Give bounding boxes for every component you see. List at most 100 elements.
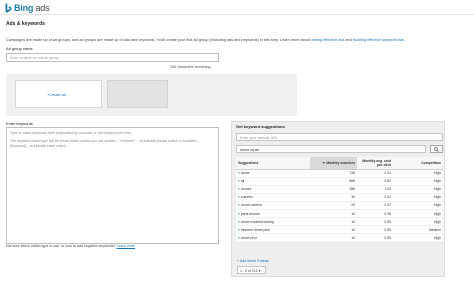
col-suggestions[interactable]: Suggestions — [236, 157, 310, 170]
search-button[interactable] — [430, 145, 443, 153]
cpc-cell: 0.50 — [357, 233, 393, 243]
monthly-searches-cell-text: 10 — [351, 219, 355, 224]
suggestion-keyword-text: parts drones — [240, 211, 260, 216]
monthly-searches-cell: 30 — [310, 193, 357, 202]
suggestions-title: Get keyword suggestions — [236, 124, 285, 129]
website-url-input[interactable]: Enter your website URL — [236, 133, 443, 141]
cpc-cell-text: 0.47 — [384, 203, 391, 208]
cpc-cell-text: 0.31 — [384, 171, 391, 176]
brand-name: Bing ads — [14, 2, 50, 13]
suggestion-keyword: «drone — [236, 169, 310, 178]
competition-cell: High — [393, 185, 443, 194]
suggestion-keyword-text: drones — [240, 187, 252, 192]
monthly-searches-cell-text: 20 — [351, 203, 355, 208]
competition-cell: High — [393, 177, 443, 186]
competition-cell-text: High — [434, 195, 441, 200]
add-keyword-icon[interactable]: « — [238, 228, 240, 232]
add-all-ideas-link[interactable]: + Add these 9 ideas — [237, 259, 269, 263]
suggestion-keyword-text: drone pilot — [240, 235, 257, 240]
writing-effective-ads-link[interactable]: writing effective ads — [311, 38, 344, 42]
suggestion-keyword: «drone pilot — [236, 233, 310, 243]
cpc-cell: 0.82 — [357, 177, 393, 186]
pagination-select[interactable]: 1 - 9 of 212 ▾ — [237, 266, 266, 274]
add-keyword-icon[interactable]: « — [238, 195, 240, 199]
competition-cell-text: Medium — [428, 227, 441, 232]
monthly-searches-cell-text: 30 — [351, 195, 355, 200]
suggestion-keyword-text: become drone pilot — [240, 227, 270, 232]
add-keyword-icon[interactable]: « — [238, 220, 240, 224]
cpc-cell: 0.47 — [357, 201, 393, 210]
ad-group-name-input[interactable]: Enter a name for this ad group — [6, 53, 219, 62]
cpc-cell-text: 0.82 — [384, 179, 391, 184]
monthly-searches-cell-text: 10 — [351, 235, 355, 240]
cpc-cell-text: 1.00 — [384, 187, 391, 192]
monthly-searches-cell-text: 746 — [349, 171, 355, 176]
cpc-cell-text: 0.50 — [384, 227, 391, 232]
bing-logo-icon — [5, 2, 12, 13]
monthly-searches-cell: 746 — [310, 169, 357, 178]
monthly-searches-cell: 10 — [310, 233, 357, 243]
add-keyword-icon[interactable]: « — [238, 171, 240, 175]
learn-more-link[interactable]: Learn more — [117, 244, 135, 248]
add-keyword-icon[interactable]: « — [238, 203, 240, 207]
characters-remaining: 256 characters remaining — [170, 65, 211, 69]
competition-cell-text: High — [434, 211, 441, 216]
cpc-cell: 0.51 — [357, 193, 393, 202]
col-monthly-searches[interactable]: ▼ Monthly searches — [310, 157, 357, 170]
monthly-searches-cell: 386 — [310, 185, 357, 194]
add-keyword-icon[interactable]: « — [238, 236, 240, 240]
table-row: «drone camera 20 0.47 High — [236, 201, 443, 210]
monthly-searches-cell-text: 386 — [349, 187, 355, 192]
suggestion-keyword: «drone troubleshooting — [236, 217, 310, 227]
cpc-cell-text: 0.51 — [384, 195, 391, 200]
create-ad-link[interactable]: +Create ad — [47, 93, 66, 97]
suggestion-keyword-text: zumeric — [240, 195, 253, 200]
page-title: Ads & keywords — [6, 21, 45, 27]
cpc-cell-text: 0.50 — [384, 219, 391, 224]
keyword-search-input[interactable]: drone repair — [236, 145, 426, 153]
competition-cell-text: High — [434, 203, 441, 208]
cpc-cell: 0.50 — [357, 217, 393, 227]
enter-keywords-label: Enter keywords — [6, 121, 33, 126]
monthly-searches-cell-text: 666 — [349, 179, 355, 184]
table-row: «drone 746 0.31 High — [236, 169, 443, 178]
monthly-searches-cell: 10 — [310, 225, 357, 235]
suggestion-keyword-text: drone camera — [240, 203, 262, 208]
competition-cell-text: High — [434, 187, 441, 192]
competition-cell: High — [393, 233, 443, 243]
table-row: «drone pilot 10 0.50 High — [236, 233, 443, 243]
add-keyword-icon[interactable]: « — [238, 187, 240, 191]
monthly-searches-cell: 20 — [310, 201, 357, 210]
competition-cell-text: High — [434, 235, 441, 240]
suggestions-table: Suggestions ▼ Monthly searches Monthly a… — [236, 157, 443, 243]
competition-cell: High — [393, 209, 443, 219]
cpc-cell-text: 0.50 — [384, 235, 391, 240]
col-monthly-cpc[interactable]: Monthly avg. cost per click — [357, 157, 393, 170]
competition-cell-text: High — [434, 179, 441, 184]
bing-ads-logo[interactable]: Bing ads — [5, 2, 50, 13]
add-keyword-icon[interactable]: « — [238, 179, 240, 183]
building-keyword-lists-link[interactable]: building effective keyword lists — [353, 38, 404, 42]
add-keyword-icon[interactable]: « — [238, 212, 240, 216]
table-row: «become drone pilot 10 0.50 Medium — [236, 225, 443, 235]
suggestion-keyword-text: dji — [240, 179, 245, 184]
monthly-searches-cell-text: 10 — [351, 227, 355, 232]
col-competition[interactable]: Competition — [393, 157, 443, 170]
table-row: «dji 666 0.82 High — [236, 177, 443, 186]
suggestion-keyword-text: drone troubleshooting — [240, 219, 274, 224]
competition-cell: Medium — [393, 225, 443, 235]
suggestion-keyword: «parts drones — [236, 209, 310, 219]
suggestion-keyword-text: drone — [240, 171, 250, 176]
suggestion-keyword: «dji — [236, 177, 310, 186]
match-type-help: Not sure which match type to use, or how… — [6, 244, 136, 248]
top-bar: Bing ads — [0, 0, 474, 15]
competition-cell: High — [393, 193, 443, 202]
cpc-cell-text: 0.06 — [384, 211, 391, 216]
cpc-cell: 0.31 — [357, 169, 393, 178]
keywords-textarea[interactable]: Type or paste keywords here (separated b… — [6, 127, 219, 244]
keywords-placeholder-line1: Type or paste keywords here (separated b… — [10, 131, 132, 135]
create-ad-card[interactable]: +Create ad — [15, 80, 102, 108]
table-row: «drone troubleshooting 10 0.50 High — [236, 217, 443, 227]
suggestion-keyword: «drone camera — [236, 201, 310, 210]
search-icon — [434, 146, 439, 152]
